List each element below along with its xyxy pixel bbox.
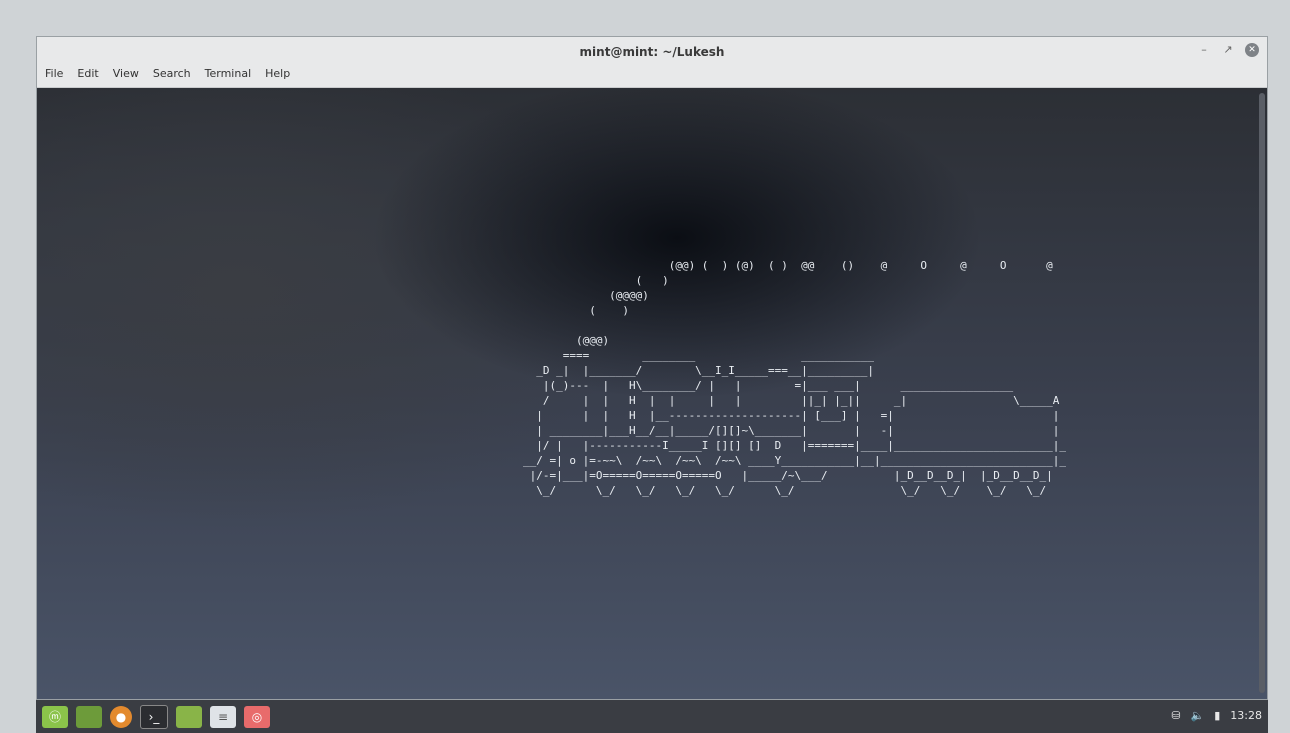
menu-file[interactable]: File xyxy=(45,67,63,80)
system-tray: ⛁ 🔈 ▮ 13:28 xyxy=(1171,709,1262,722)
terminal-window: mint@mint: ~/Lukesh File Edit View Searc… xyxy=(36,36,1268,700)
show-desktop-icon[interactable] xyxy=(76,705,102,728)
battery-icon[interactable]: ▮ xyxy=(1214,709,1220,722)
menu-help[interactable]: Help xyxy=(265,67,290,80)
window-title: mint@mint: ~/Lukesh xyxy=(579,45,725,59)
maximize-button[interactable]: ↗ xyxy=(1221,43,1235,57)
menu-terminal[interactable]: Terminal xyxy=(205,67,252,80)
ascii-train-art: (@@) ( ) (@) ( ) @@ () @ O @ O @ ( ) (@@… xyxy=(523,259,1067,497)
terminal-output[interactable]: (@@) ( ) (@) ( ) @@ () @ O @ O @ ( ) (@@… xyxy=(37,88,1267,699)
taskbar: ⓜ ● ›_ ≡ ◎ ⛁ 🔈 ▮ 13:28 xyxy=(36,700,1268,733)
mint-menu-icon[interactable]: ⓜ xyxy=(42,705,68,728)
volume-icon[interactable]: 🔈 xyxy=(1191,709,1205,722)
menu-edit[interactable]: Edit xyxy=(77,67,98,80)
clock[interactable]: 13:28 xyxy=(1230,709,1262,722)
title-bar[interactable]: mint@mint: ~/Lukesh File Edit View Searc… xyxy=(37,37,1267,88)
menu-view[interactable]: View xyxy=(113,67,139,80)
terminal-icon[interactable]: ›_ xyxy=(140,704,168,729)
close-button[interactable]: ✕ xyxy=(1245,43,1259,57)
menu-bar: File Edit View Search Terminal Help xyxy=(45,67,290,80)
scrollbar[interactable] xyxy=(1259,93,1265,693)
minimize-button[interactable]: – xyxy=(1197,43,1211,57)
files-icon[interactable] xyxy=(176,705,202,728)
menu-search[interactable]: Search xyxy=(153,67,191,80)
network-icon[interactable]: ⛁ xyxy=(1171,709,1180,722)
text-editor-icon[interactable]: ≡ xyxy=(210,705,236,728)
app-icon[interactable]: ◎ xyxy=(244,705,270,728)
firefox-icon[interactable]: ● xyxy=(110,705,132,728)
